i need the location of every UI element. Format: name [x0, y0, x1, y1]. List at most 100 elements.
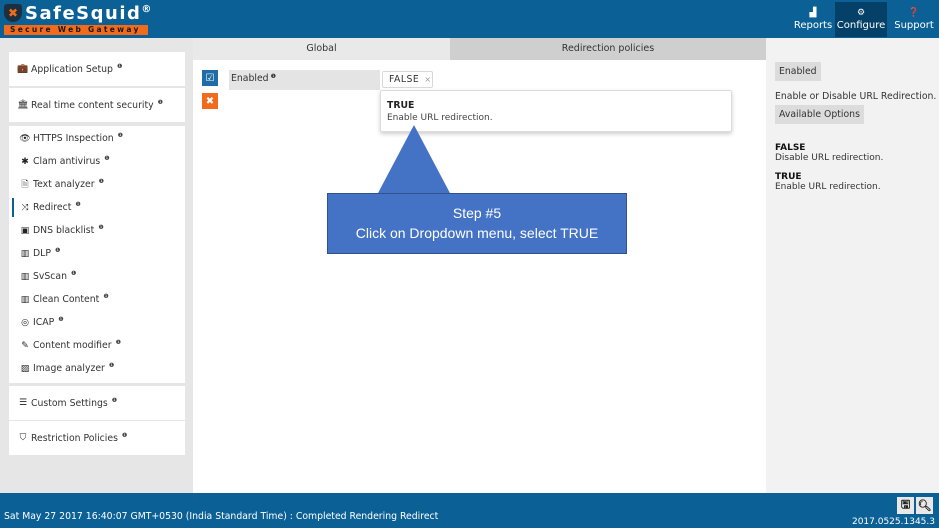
instruction-callout: Step #5 Click on Dropdown menu, select T…	[327, 193, 627, 254]
sidebar-item-dns-blacklist[interactable]: ▣ DNS blacklist ❶	[9, 219, 185, 242]
chart-area-icon: ▟	[809, 8, 817, 18]
sidebar-item-clam-antivirus[interactable]: ✱ Clam antivirus ❶	[9, 150, 185, 173]
sidebar-item-image-analyzer[interactable]: ▨ Image analyzer ❶	[9, 357, 185, 380]
sidebar-item-label: DNS blacklist	[33, 225, 95, 236]
save-button[interactable]: 🖫	[897, 497, 914, 514]
close-icon: ✖	[205, 95, 215, 107]
search-icon: 🔍︎	[917, 499, 932, 512]
help-option-description: Enable URL redirection.	[775, 182, 881, 192]
globe-icon: ◎	[21, 317, 29, 328]
sidebar-item-label: Real time content security	[31, 99, 154, 111]
dropdown-option-true[interactable]: TRUE Enable URL redirection.	[387, 100, 731, 123]
bank-icon: 🏛	[17, 100, 29, 110]
info-icon[interactable]: ❶	[58, 316, 63, 323]
info-icon[interactable]: ❶	[71, 270, 76, 277]
eye-icon: 👁	[19, 133, 31, 144]
info-icon[interactable]: ❶	[104, 155, 109, 162]
sidebar-item-real-time-content-security[interactable]: 🏛 Real time content security ❶	[9, 88, 185, 122]
info-icon[interactable]: ❶	[116, 339, 121, 346]
sidebar-group-application: 💼 Application Setup ❶	[9, 52, 185, 86]
field-label-text: Enabled	[231, 73, 269, 84]
sidebar-item-label: Content modifier	[33, 340, 112, 351]
sidebar-item-label: Custom Settings	[31, 397, 108, 409]
asterisk-icon: ✱	[21, 156, 29, 167]
sidebar-item-label: Text analyzer	[33, 179, 95, 190]
available-options-chip: Available Options	[775, 105, 864, 124]
cancel-button[interactable]: ✖	[202, 93, 218, 109]
main-content: Global Redirection policies ☑ ✖ Enabled ❶…	[193, 38, 766, 493]
top-header: ✖ SafeSquid® Secure Web Gateway ▟ Report…	[0, 0, 939, 38]
info-icon[interactable]: ❶	[112, 397, 117, 404]
sidebar-item-custom-settings[interactable]: ☰ Custom Settings ❶	[9, 386, 185, 420]
info-icon[interactable]: ❶	[117, 63, 122, 70]
confirm-button[interactable]: ☑	[202, 70, 218, 86]
info-icon[interactable]: ❶	[98, 224, 103, 231]
help-option-title: TRUE	[775, 172, 802, 182]
sidebar-item-label: HTTPS Inspection	[33, 133, 114, 144]
save-icon: 🖫	[900, 498, 911, 511]
question-circle-icon: ❓	[908, 8, 920, 18]
nav-support[interactable]: ❓ Support	[889, 2, 939, 37]
sidebar-item-label: Image analyzer	[33, 363, 105, 374]
barcode-icon: ▥	[20, 271, 30, 282]
sidebar-item-label: Application Setup	[31, 63, 113, 75]
sidebar-item-svscan[interactable]: ▥ SvScan ❶	[9, 265, 185, 288]
info-icon[interactable]: ❶	[109, 362, 114, 369]
status-bar: Sat May 27 2017 16:40:07 GMT+0530 (India…	[0, 493, 939, 528]
info-icon[interactable]: ❶	[75, 201, 80, 208]
barcode-icon: ▥	[20, 248, 30, 259]
tab-redirection-policies[interactable]: Redirection policies	[450, 38, 766, 60]
sidebar-item-https-inspection[interactable]: 👁 HTTPS Inspection ❶	[9, 127, 185, 150]
search-button[interactable]: 🔍︎	[916, 497, 933, 514]
sidebar-item-icap[interactable]: ◎ ICAP ❶	[9, 311, 185, 334]
sidebar-item-label: Restriction Policies	[31, 432, 118, 444]
edit-icon: ✎	[21, 340, 29, 351]
sidebar-group-restriction: ⛉ Restriction Policies ❶	[9, 421, 185, 455]
info-icon[interactable]: ❶	[158, 99, 163, 106]
nav-configure-label: Configure	[836, 20, 886, 31]
info-icon[interactable]: ❶	[271, 73, 276, 80]
sidebar-item-clean-content[interactable]: ▥ Clean Content ❶	[9, 288, 185, 311]
cogs-icon: ⚙	[856, 8, 866, 18]
enabled-field-label: Enabled ❶	[229, 70, 380, 90]
info-icon[interactable]: ❶	[103, 293, 108, 300]
nav-support-label: Support	[894, 20, 934, 31]
image-icon: ▨	[20, 363, 30, 374]
random-icon: ⤨	[21, 202, 29, 213]
sidebar-item-redirect[interactable]: ⤨ Redirect ❶	[9, 196, 185, 219]
sidebar-item-label: SvScan	[33, 271, 68, 282]
tab-global[interactable]: Global	[193, 38, 450, 60]
help-option-title: FALSE	[775, 143, 806, 153]
sidebar-item-label: Redirect	[33, 202, 72, 213]
callout-pointer	[377, 125, 451, 195]
clear-icon[interactable]: ×	[424, 75, 431, 84]
sliders-icon: ☰	[18, 398, 28, 408]
info-icon[interactable]: ❶	[55, 247, 60, 254]
sidebar-group-realtime: 🏛 Real time content security ❶	[9, 88, 185, 122]
briefcase-icon: 💼	[17, 64, 29, 74]
brand-name: SafeSquid®	[25, 2, 153, 24]
option-description: Enable URL redirection.	[387, 113, 493, 123]
sidebar-item-text-analyzer[interactable]: 🗎 Text analyzer ❶	[9, 173, 185, 196]
sidebar-item-restriction-policies[interactable]: ⛉ Restriction Policies ❶	[9, 421, 185, 455]
dns-icon: ▣	[20, 225, 30, 236]
sidebar-item-label: Clam antivirus	[33, 156, 101, 167]
sidebar-item-label: ICAP	[33, 317, 55, 328]
nav-configure[interactable]: ⚙ Configure	[835, 2, 887, 37]
info-icon[interactable]: ❶	[122, 432, 127, 439]
info-icon[interactable]: ❶	[118, 132, 123, 139]
sidebar-item-application-setup[interactable]: 💼 Application Setup ❶	[9, 52, 185, 86]
shield-icon: ⛉	[19, 433, 27, 443]
logo-shield-icon: ✖	[4, 4, 22, 22]
tab-bar: Global Redirection policies	[193, 38, 766, 60]
help-option-false: FALSE Disable URL redirection.	[775, 143, 883, 163]
help-field-chip: Enabled	[775, 62, 821, 81]
info-icon[interactable]: ❶	[99, 178, 104, 185]
nav-reports-label: Reports	[793, 20, 833, 31]
sidebar-item-content-modifier[interactable]: ✎ Content modifier ❶	[9, 334, 185, 357]
sidebar-item-dlp[interactable]: ▥ DLP ❶	[9, 242, 185, 265]
nav-reports[interactable]: ▟ Reports	[791, 2, 835, 37]
safesquid-logo[interactable]: ✖ SafeSquid® Secure Web Gateway	[4, 2, 154, 36]
file-text-icon: 🗎	[21, 179, 29, 190]
enabled-select[interactable]: FALSE ×	[382, 71, 433, 88]
